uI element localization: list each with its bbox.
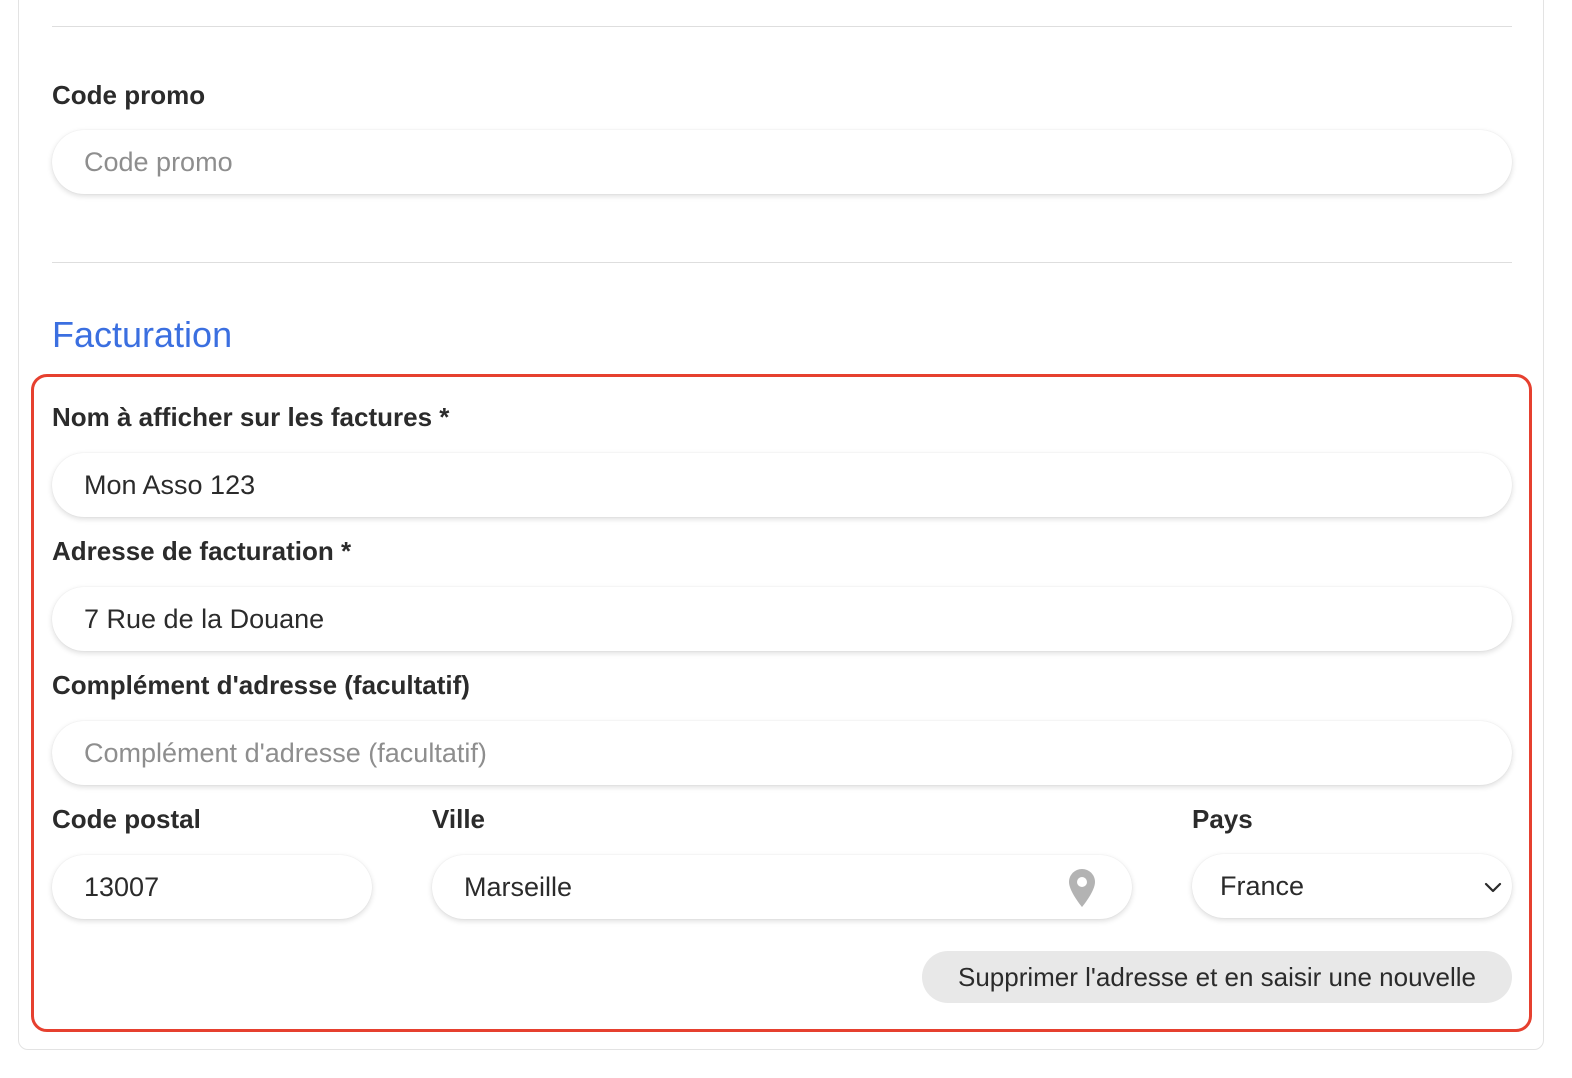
postal-code-field	[52, 855, 372, 919]
divider-middle	[52, 262, 1512, 263]
billing-section-title: Facturation	[52, 314, 233, 355]
invoice-name-field	[52, 453, 1512, 517]
country-select[interactable]: France	[1192, 854, 1512, 918]
reset-address-button[interactable]: Supprimer l'adresse et en saisir une nou…	[922, 951, 1512, 1003]
address-complement-field	[52, 721, 1512, 785]
divider-top	[52, 26, 1512, 27]
city-label: Ville	[432, 804, 486, 834]
country-select-value: France	[1220, 871, 1305, 901]
city-input[interactable]	[432, 855, 1132, 919]
address-complement-label: Complément d'adresse (facultatif)	[52, 670, 470, 700]
billing-address-field	[52, 587, 1512, 651]
postal-code-label: Code postal	[52, 804, 201, 834]
city-field	[432, 855, 1132, 919]
location-pin-icon	[1069, 869, 1095, 907]
chevron-down-icon	[1484, 882, 1502, 893]
address-complement-input[interactable]	[52, 721, 1512, 785]
country-label: Pays	[1192, 804, 1253, 834]
invoice-name-input[interactable]	[52, 453, 1512, 517]
promo-code-field	[52, 130, 1512, 194]
promo-code-label: Code promo	[52, 80, 206, 110]
billing-address-input[interactable]	[52, 587, 1512, 651]
billing-address-label: Adresse de facturation *	[52, 536, 352, 566]
postal-code-input[interactable]	[52, 855, 372, 919]
promo-code-input[interactable]	[52, 130, 1512, 194]
invoice-name-label: Nom à afficher sur les factures *	[52, 402, 450, 432]
